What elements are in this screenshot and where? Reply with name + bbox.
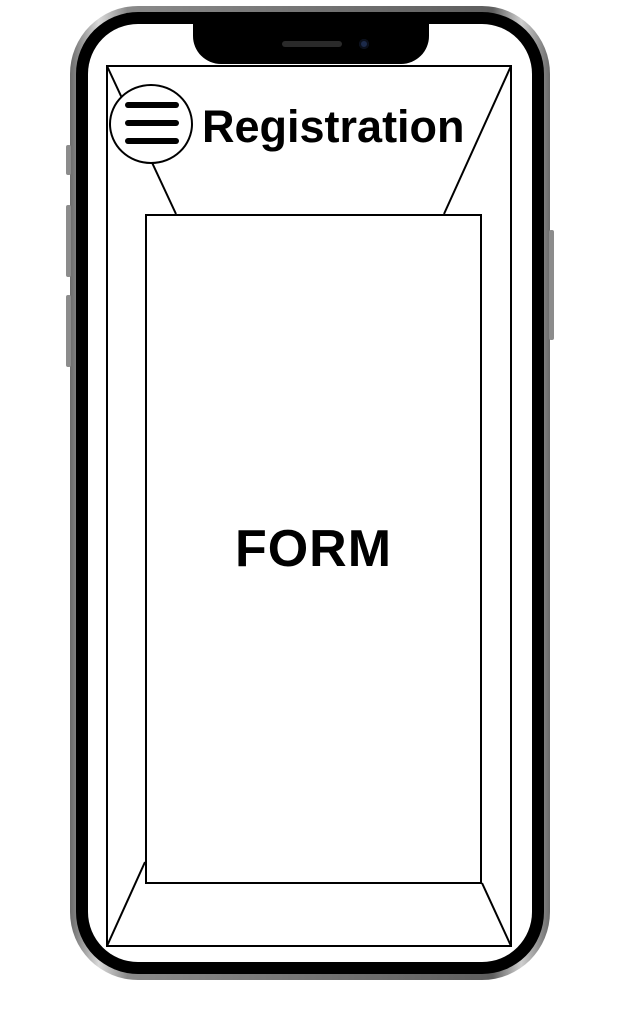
page-title: Registration: [202, 101, 465, 152]
hamburger-menu-icon-bar: [125, 120, 179, 126]
speaker-grille: [282, 41, 342, 47]
volume-down-button: [66, 295, 71, 367]
hamburger-menu-icon-bar: [125, 138, 179, 144]
form-placeholder[interactable]: FORM: [145, 214, 482, 884]
hamburger-menu-icon: [125, 102, 179, 108]
silent-switch: [66, 145, 71, 175]
power-button: [549, 230, 554, 340]
hamburger-menu-button[interactable]: [109, 84, 193, 164]
volume-up-button: [66, 205, 71, 277]
front-camera: [359, 39, 369, 49]
form-label: FORM: [234, 520, 393, 578]
